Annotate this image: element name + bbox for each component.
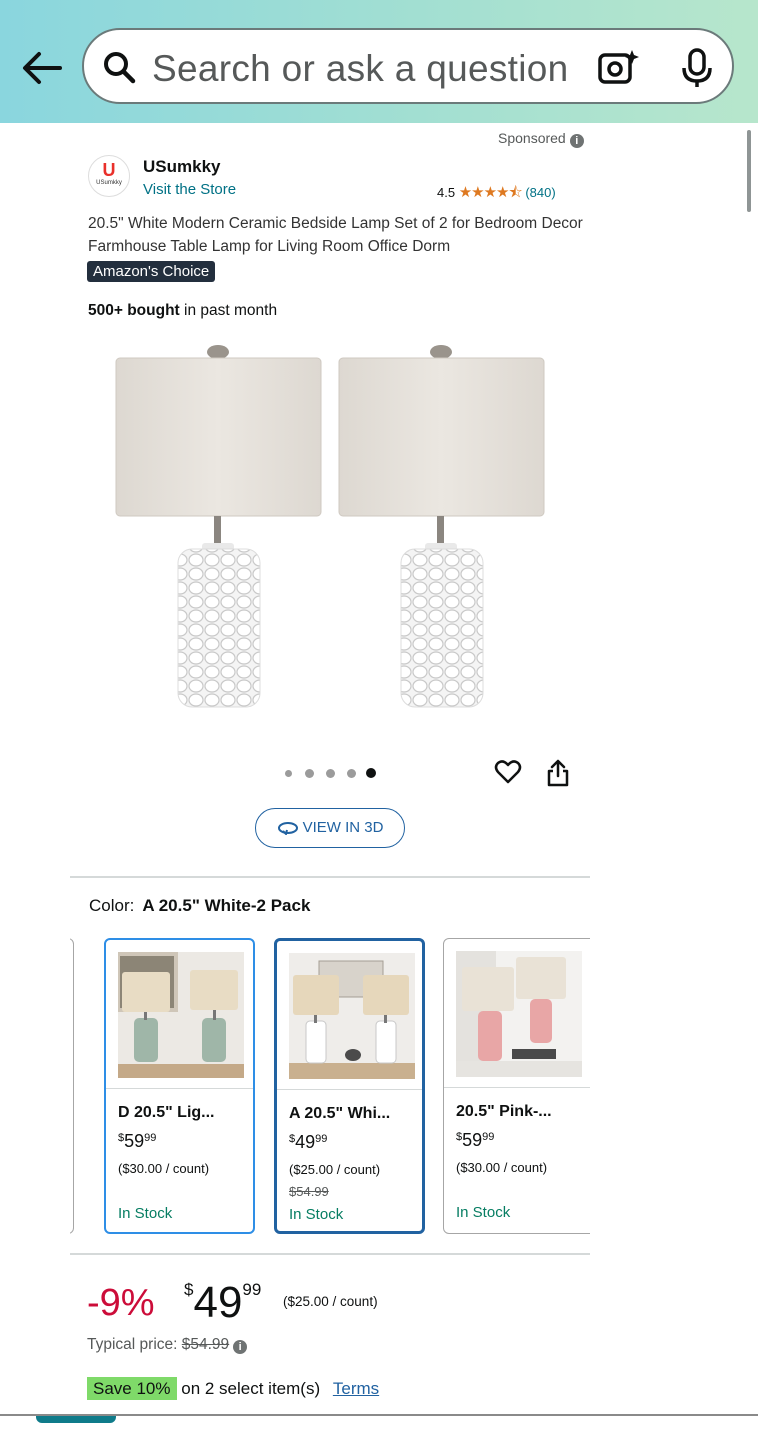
carousel-dot[interactable] bbox=[285, 770, 292, 777]
variant-list-price: $54.99 bbox=[289, 1184, 329, 1199]
microphone-icon[interactable] bbox=[679, 46, 715, 95]
lamp-left bbox=[115, 345, 322, 708]
promo-text: on 2 select item(s) bbox=[181, 1379, 321, 1398]
divider bbox=[70, 876, 590, 878]
search-icon bbox=[102, 50, 136, 89]
promo-row: Save 10% on 2 select item(s) Terms bbox=[87, 1377, 379, 1400]
bought-count: 500+ bought in past month bbox=[88, 302, 278, 319]
typical-price: Typical price: $54.99 i bbox=[87, 1336, 248, 1354]
carousel-dot[interactable] bbox=[326, 769, 335, 778]
camera-lens-icon[interactable] bbox=[596, 46, 640, 95]
variant-image bbox=[289, 953, 415, 1079]
variant-image bbox=[118, 952, 244, 1078]
brand-logo[interactable]: U USumkky bbox=[88, 155, 130, 197]
variant-stock: In Stock bbox=[118, 1205, 173, 1222]
rating-summary[interactable]: 4.5 ★★★★⯪ (840) bbox=[437, 182, 556, 207]
bottom-tab-indicator bbox=[36, 1416, 116, 1423]
variant-name: D 20.5" Lig... bbox=[118, 1104, 215, 1121]
info-icon: i bbox=[569, 134, 584, 148]
rating-count: (840) bbox=[525, 185, 556, 200]
variant-card-partial[interactable] bbox=[70, 938, 74, 1234]
product-title: 20.5" White Modern Ceramic Bedside Lamp … bbox=[88, 215, 583, 255]
amazons-choice-badge: Amazon's Choice bbox=[87, 261, 216, 282]
variant-name: A 20.5" Whi... bbox=[289, 1105, 391, 1122]
variant-unit-price: ($30.00 / count) bbox=[118, 1161, 210, 1176]
deal-price: $4999 bbox=[184, 1278, 262, 1327]
rotate-3d-icon bbox=[277, 822, 298, 836]
rating-value: 4.5 bbox=[437, 185, 456, 200]
variant-unit-price: ($25.00 / count) bbox=[289, 1162, 381, 1177]
variant-price: $4999 bbox=[289, 1132, 328, 1152]
visit-store-link[interactable]: Visit the Store bbox=[143, 181, 236, 198]
selected-color: A 20.5" White-2 Pack bbox=[142, 896, 311, 915]
color-selector-label: Color: A 20.5" White-2 Pack bbox=[89, 896, 311, 915]
save-badge: Save 10% bbox=[87, 1377, 177, 1400]
variant-card[interactable]: 20.5" Pink-... $5999 ($30.00 / count) In… bbox=[443, 938, 590, 1234]
terms-link[interactable]: Terms bbox=[333, 1379, 379, 1398]
variant-image bbox=[456, 951, 582, 1077]
carousel-dot[interactable] bbox=[347, 769, 356, 778]
scrollbar[interactable] bbox=[747, 130, 751, 212]
sponsored-label[interactable]: Sponsored i bbox=[498, 130, 584, 148]
top-search-bar: Search or ask a question bbox=[0, 0, 758, 123]
divider bbox=[70, 1253, 590, 1255]
variant-unit-price: ($30.00 / count) bbox=[456, 1160, 548, 1175]
heart-icon[interactable] bbox=[494, 758, 522, 791]
variant-card[interactable]: D 20.5" Lig... $5999 ($30.00 / count) In… bbox=[104, 938, 255, 1234]
variant-price: $5999 bbox=[456, 1130, 495, 1150]
variant-card-selected[interactable]: A 20.5" Whi... $4999 ($25.00 / count) $5… bbox=[274, 938, 425, 1234]
back-arrow-icon[interactable] bbox=[20, 48, 64, 88]
variant-price: $5999 bbox=[118, 1131, 157, 1151]
info-icon[interactable]: i bbox=[233, 1340, 248, 1354]
carousel-dot[interactable] bbox=[305, 769, 314, 778]
variant-stock: In Stock bbox=[456, 1204, 511, 1221]
variant-name: 20.5" Pink-... bbox=[456, 1103, 552, 1120]
star-rating-icon: ★★★★⯪ bbox=[458, 184, 523, 201]
carousel-dot-active[interactable] bbox=[366, 768, 376, 778]
lamp-right bbox=[338, 345, 545, 708]
unit-price: ($25.00 / count) bbox=[283, 1294, 378, 1309]
search-placeholder: Search or ask a question bbox=[152, 48, 569, 89]
color-variant-carousel[interactable]: D 20.5" Lig... $5999 ($30.00 / count) In… bbox=[70, 938, 590, 1236]
brand-name: USumkky bbox=[143, 157, 221, 176]
variant-stock: In Stock bbox=[289, 1206, 344, 1223]
discount-percent: -9% bbox=[87, 1282, 155, 1324]
share-icon[interactable] bbox=[545, 758, 571, 793]
view-in-3d-button[interactable]: VIEW IN 3D bbox=[255, 808, 405, 848]
product-image[interactable] bbox=[108, 343, 553, 718]
search-input[interactable]: Search or ask a question bbox=[82, 28, 734, 104]
